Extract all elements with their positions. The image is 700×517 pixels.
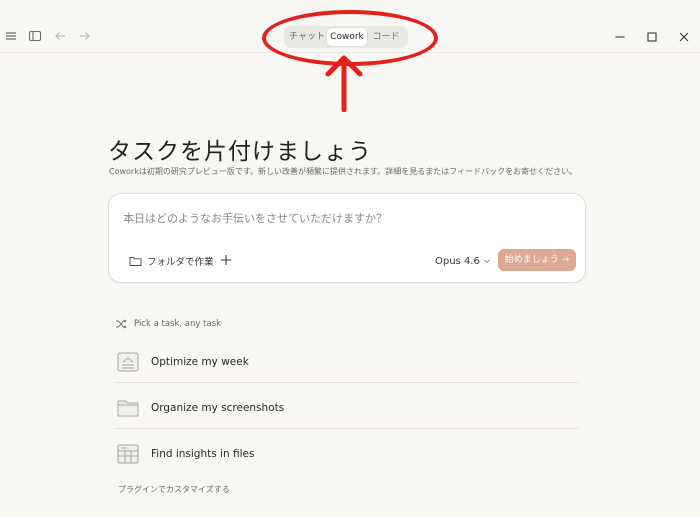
folder-icon: [129, 257, 142, 266]
close-icon[interactable]: [677, 30, 691, 44]
page-subtitle: Coworkは初期の研究プレビュー版です。新しい改善が頻繁に提供されます。詳細を…: [109, 167, 578, 176]
minimize-icon[interactable]: [613, 30, 627, 44]
page-title: タスクを片付けましょう: [108, 139, 372, 165]
calendar-icon: [117, 351, 139, 373]
task-optimize-week[interactable]: Optimize my week: [115, 348, 579, 386]
prompt-composer[interactable]: 本日はどのようなお手伝いをさせていただけますか？ フォルダで作業 Opus 4.…: [108, 193, 586, 283]
sidebar-toggle-icon[interactable]: [28, 29, 42, 43]
add-button[interactable]: [220, 254, 232, 266]
tab-cowork[interactable]: Cowork: [327, 28, 367, 46]
forward-arrow-icon[interactable]: [78, 29, 92, 43]
model-selector[interactable]: Opus 4.6: [435, 254, 491, 268]
annotation-arrow: [325, 55, 363, 112]
tab-code[interactable]: コード: [368, 28, 404, 46]
task-find-insights[interactable]: Find insights in files: [115, 440, 579, 478]
work-in-folder-button[interactable]: フォルダで作業: [129, 253, 214, 269]
mode-switcher: チャット Cowork コード: [284, 26, 408, 48]
task-picker-title: Pick a task, any task: [134, 319, 222, 329]
maximize-icon[interactable]: [645, 30, 659, 44]
plus-icon: [221, 255, 231, 265]
folder-button-label: フォルダで作業: [147, 257, 214, 268]
task-label: Find insights in files: [151, 448, 255, 460]
menu-icon[interactable]: [4, 29, 18, 43]
model-name: Opus 4.6: [435, 255, 480, 267]
title-bar: チャット Cowork コード: [0, 0, 700, 53]
spreadsheet-icon: [117, 443, 139, 465]
task-picker-header: Pick a task, any task: [115, 319, 221, 329]
task-label: Optimize my week: [151, 356, 249, 368]
chevron-down-icon: [484, 259, 490, 264]
tab-chat[interactable]: チャット: [288, 28, 326, 46]
folder-icon: [117, 397, 139, 419]
shuffle-icon: [116, 319, 127, 329]
divider: [115, 428, 579, 429]
task-organize-screenshots[interactable]: Organize my screenshots: [115, 394, 579, 432]
customize-with-plugins-link[interactable]: プラグインでカスタマイズする: [118, 484, 230, 495]
divider: [115, 382, 579, 383]
back-arrow-icon[interactable]: [53, 29, 67, 43]
start-button[interactable]: 始めましょう →: [498, 249, 576, 271]
task-label: Organize my screenshots: [151, 402, 285, 414]
prompt-input[interactable]: 本日はどのようなお手伝いをさせていただけますか？: [123, 210, 387, 226]
